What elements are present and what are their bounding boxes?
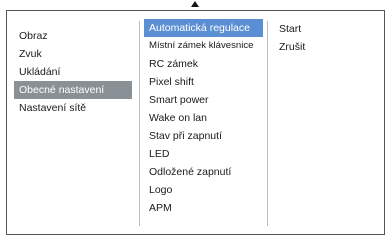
submenu: Automatická regulace Místní zámek kláves… — [144, 19, 263, 217]
submenu-item-rc-zamek[interactable]: RC zámek — [144, 55, 263, 73]
options-list: Start Zrušit — [274, 20, 374, 56]
menu-item-obecne-nastaveni[interactable]: Obecné nastavení — [14, 81, 132, 99]
menu-item-nastaveni-site[interactable]: Nastavení sítě — [14, 99, 132, 117]
column-divider — [139, 21, 140, 226]
submenu-item-odlozene-zapnuti[interactable]: Odložené zapnutí — [144, 163, 263, 181]
option-zrusit[interactable]: Zrušit — [274, 38, 374, 56]
submenu-item-smart-power[interactable]: Smart power — [144, 91, 263, 109]
menu-item-zvuk[interactable]: Zvuk — [14, 45, 132, 63]
submenu-item-logo[interactable]: Logo — [144, 181, 263, 199]
submenu-item-pixel-shift[interactable]: Pixel shift — [144, 73, 263, 91]
submenu-item-apm[interactable]: APM — [144, 199, 263, 217]
main-menu: Obraz Zvuk Ukládání Obecné nastavení Nas… — [14, 27, 132, 117]
menu-item-obraz[interactable]: Obraz — [14, 27, 132, 45]
option-start[interactable]: Start — [274, 20, 374, 38]
column-divider — [267, 21, 268, 226]
scroll-up-arrow-icon[interactable] — [191, 1, 199, 7]
submenu-item-led[interactable]: LED — [144, 145, 263, 163]
submenu-item-mistni-zamek-klavesnice[interactable]: Místní zámek klávesnice — [144, 37, 263, 55]
submenu-item-wake-on-lan[interactable]: Wake on lan — [144, 109, 263, 127]
osd-menu-panel: Obraz Zvuk Ukládání Obecné nastavení Nas… — [6, 10, 385, 235]
submenu-item-automaticka-regulace[interactable]: Automatická regulace — [144, 19, 263, 37]
menu-item-ukladani[interactable]: Ukládání — [14, 63, 132, 81]
submenu-item-stav-pri-zapnuti[interactable]: Stav při zapnutí — [144, 127, 263, 145]
